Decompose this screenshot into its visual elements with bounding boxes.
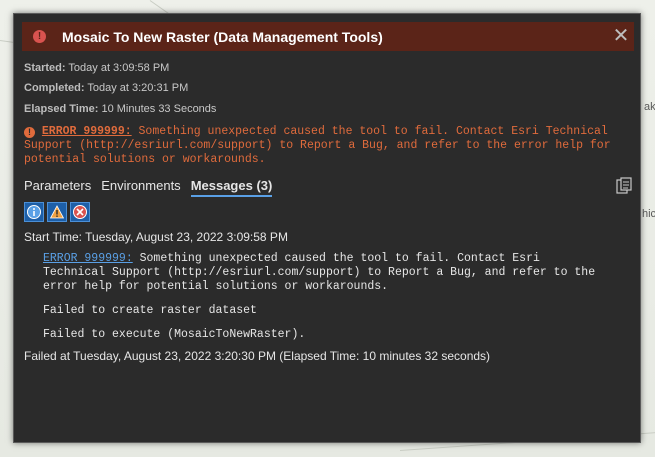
error-summary: ! ERROR 999999: Something unexpected cau… (24, 125, 624, 167)
info-icon (27, 205, 41, 219)
tab-bar: Parameters Environments Messages (3) (24, 178, 273, 197)
started-label: Started: (24, 62, 66, 74)
error-icon (73, 205, 87, 219)
completed-label: Completed: (24, 82, 85, 94)
error-code-link[interactable]: ERROR 999999: (42, 125, 132, 138)
start-time-message: Start Time: Tuesday, August 23, 2022 3:0… (24, 230, 288, 244)
elapsed-row: Elapsed Time: 10 Minutes 33 Seconds (24, 103, 216, 115)
elapsed-value: 10 Minutes 33 Seconds (101, 103, 217, 115)
tab-parameters[interactable]: Parameters (24, 178, 91, 197)
message-line: Failed to execute (MosaicToNewRaster). (43, 328, 306, 341)
tab-messages[interactable]: Messages (3) (190, 178, 273, 197)
error-message: ERROR 999999: Something unexpected cause… (43, 252, 603, 294)
message-filter-bar (24, 202, 90, 222)
warning-icon (50, 205, 64, 219)
warning-filter-button[interactable] (47, 202, 67, 222)
completed-row: Completed: Today at 3:20:31 PM (24, 82, 188, 94)
error-code-link[interactable]: ERROR 999999: (43, 252, 133, 265)
error-icon: ! (24, 127, 35, 138)
error-filter-button[interactable] (70, 202, 90, 222)
close-button[interactable]: ✕ (610, 25, 632, 47)
failed-at-message: Failed at Tuesday, August 23, 2022 3:20:… (24, 349, 491, 363)
started-row: Started: Today at 3:09:58 PM (24, 62, 169, 74)
elapsed-label: Elapsed Time: (24, 103, 99, 115)
dialog-title: Mosaic To New Raster (Data Management To… (62, 28, 383, 45)
copy-icon[interactable] (616, 177, 632, 194)
error-icon: ! (33, 30, 46, 43)
map-label: ak (644, 101, 655, 113)
title-bar: ! Mosaic To New Raster (Data Management … (22, 22, 634, 51)
message-line: Failed to create raster dataset (43, 304, 257, 317)
started-value: Today at 3:09:58 PM (68, 62, 170, 74)
info-filter-button[interactable] (24, 202, 44, 222)
geoprocessing-result-dialog: ! Mosaic To New Raster (Data Management … (13, 13, 641, 443)
completed-value: Today at 3:20:31 PM (87, 82, 189, 94)
tab-environments[interactable]: Environments (101, 178, 180, 197)
map-label: hic (642, 208, 655, 220)
